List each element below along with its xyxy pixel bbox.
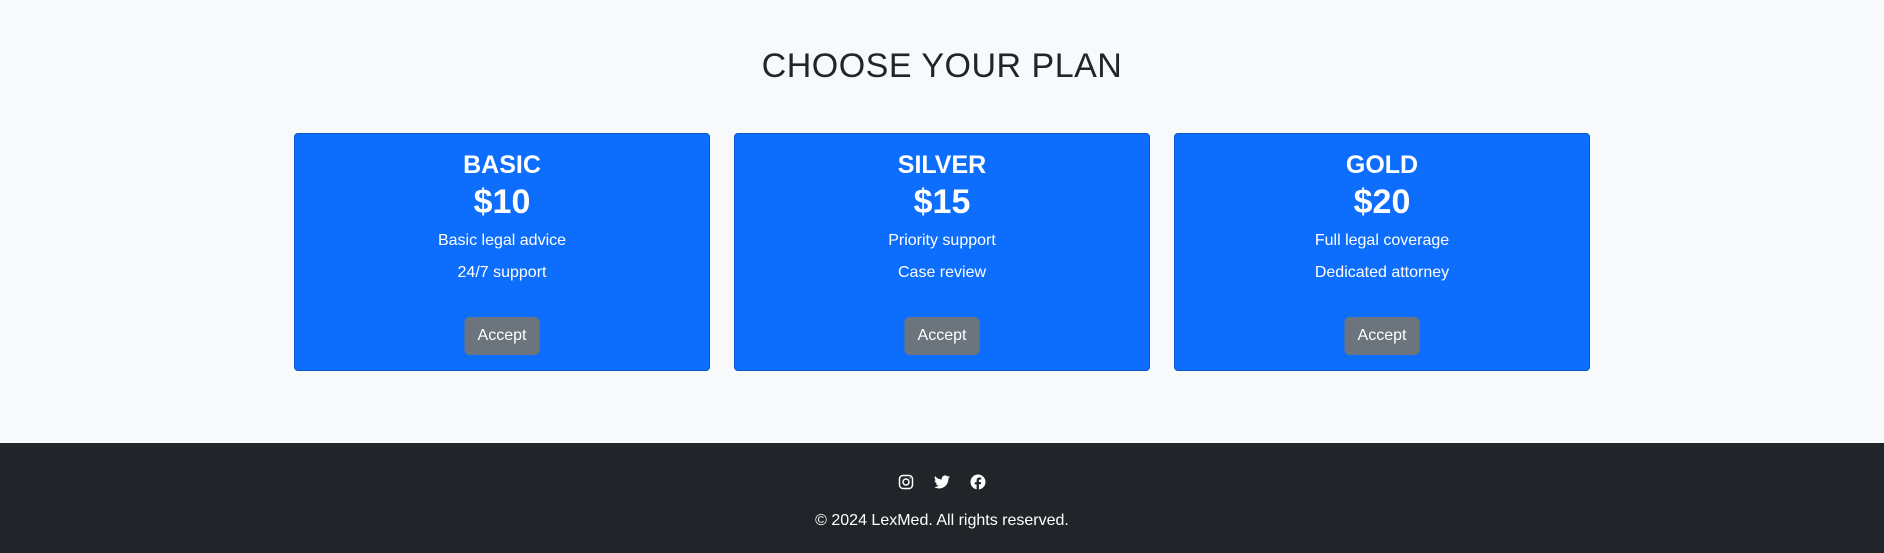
- facebook-icon: [970, 474, 986, 490]
- plan-card-silver: SILVER $15 Priority support Case review …: [734, 133, 1150, 371]
- plan-name: BASIC: [463, 151, 541, 179]
- plan-name: SILVER: [897, 151, 987, 179]
- plan-feature: Basic legal advice: [437, 232, 567, 249]
- footer: © 2024 LexMed. All rights reserved.: [0, 443, 1884, 553]
- accept-silver-button[interactable]: Accept: [904, 317, 980, 355]
- plan-feature: 24/7 support: [457, 264, 547, 281]
- plan-price: $10: [473, 183, 531, 221]
- accept-gold-button[interactable]: Accept: [1344, 317, 1420, 355]
- twitter-link[interactable]: [934, 470, 950, 494]
- plan-feature: Priority support: [888, 232, 996, 249]
- facebook-link[interactable]: [970, 470, 986, 494]
- plan-name: GOLD: [1345, 151, 1419, 179]
- plan-card-gold: GOLD $20 Full legal coverage Dedicated a…: [1174, 133, 1590, 371]
- plan-card-basic: BASIC $10 Basic legal advice 24/7 suppor…: [294, 133, 710, 371]
- pricing-section: CHOOSE YOUR PLAN BASIC $10 Basic legal a…: [0, 0, 1884, 443]
- plan-feature: Dedicated attorney: [1314, 264, 1450, 281]
- instagram-link[interactable]: [898, 470, 914, 494]
- accept-basic-button[interactable]: Accept: [464, 317, 540, 355]
- instagram-icon: [898, 474, 914, 490]
- plan-price: $20: [1353, 183, 1411, 221]
- plan-price: $15: [913, 183, 971, 221]
- social-links: [0, 470, 1884, 494]
- copyright-text: © 2024 LexMed. All rights reserved.: [815, 512, 1069, 529]
- page-title: CHOOSE YOUR PLAN: [761, 47, 1123, 85]
- twitter-icon: [934, 475, 950, 489]
- plan-feature: Case review: [897, 264, 987, 281]
- plan-feature: Full legal coverage: [1314, 232, 1450, 249]
- plans-container: BASIC $10 Basic legal advice 24/7 suppor…: [294, 133, 1590, 371]
